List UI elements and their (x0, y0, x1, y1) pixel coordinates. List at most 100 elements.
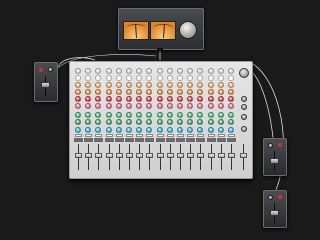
gain-knob[interactable] (187, 68, 194, 74)
aux1-knob[interactable] (136, 75, 143, 81)
aux1-knob[interactable] (156, 75, 163, 81)
eq-mid-knob[interactable] (146, 89, 153, 95)
eq-high-knob[interactable] (177, 82, 183, 88)
eq-high-knob[interactable] (156, 82, 163, 88)
eq-low-knob[interactable] (217, 96, 224, 102)
aux1-knob[interactable] (105, 75, 112, 81)
eq-mid-knob[interactable] (126, 89, 132, 95)
eq-mid-knob[interactable] (217, 89, 224, 95)
eq-high-knob[interactable] (217, 82, 224, 88)
aux1-knob[interactable] (217, 75, 224, 81)
eq-mid-knob[interactable] (115, 89, 122, 95)
gain-knob[interactable] (197, 68, 204, 74)
gain-knob[interactable] (177, 68, 183, 74)
aux1-knob[interactable] (75, 75, 81, 81)
pan-knob[interactable] (136, 103, 143, 109)
eq-low-knob[interactable] (197, 96, 204, 102)
send-knob[interactable] (156, 127, 163, 133)
send-knob[interactable] (75, 127, 81, 133)
channel-fader[interactable] (115, 153, 123, 159)
eq-low-knob[interactable] (75, 96, 81, 102)
send-knob[interactable] (105, 127, 112, 133)
eq-mid-knob[interactable] (136, 89, 143, 95)
right-pedal-bottom-knob[interactable] (268, 195, 273, 200)
gain-knob[interactable] (115, 68, 122, 74)
channel-fader[interactable] (207, 153, 215, 159)
mute-button[interactable] (166, 134, 174, 137)
master-aux-knob[interactable] (241, 96, 247, 102)
aux1-knob[interactable] (228, 75, 234, 81)
channel-fader[interactable] (197, 153, 205, 159)
eq-mid-knob[interactable] (75, 89, 81, 95)
eq-high-knob[interactable] (95, 82, 102, 88)
gain-knob[interactable] (217, 68, 224, 74)
pan-knob[interactable] (177, 103, 183, 109)
gain-knob[interactable] (207, 68, 214, 74)
eq-mid-knob[interactable] (177, 89, 183, 95)
mute-button[interactable] (105, 134, 113, 137)
pan-knob[interactable] (95, 103, 102, 109)
eq-mid-knob[interactable] (166, 89, 173, 95)
channel-fader[interactable] (136, 153, 144, 159)
mute-button[interactable] (228, 134, 235, 137)
eq-high-knob[interactable] (136, 82, 143, 88)
fx1-knob[interactable] (136, 112, 143, 118)
eq-high-knob[interactable] (115, 82, 122, 88)
aux1-knob[interactable] (85, 75, 92, 81)
fx1-knob[interactable] (177, 112, 183, 118)
aux1-knob[interactable] (177, 75, 183, 81)
eq-mid-knob[interactable] (85, 89, 92, 95)
channel-fader[interactable] (156, 153, 164, 159)
eq-low-knob[interactable] (126, 96, 132, 102)
fx1-knob[interactable] (166, 112, 173, 118)
send-knob[interactable] (207, 127, 214, 133)
eq-low-knob[interactable] (228, 96, 234, 102)
gain-knob[interactable] (95, 68, 102, 74)
eq-low-knob[interactable] (136, 96, 143, 102)
send-knob[interactable] (197, 127, 204, 133)
eq-mid-knob[interactable] (105, 89, 112, 95)
mute-button[interactable] (187, 134, 195, 137)
fx2-knob[interactable] (115, 119, 122, 125)
gain-knob[interactable] (146, 68, 153, 74)
aux1-knob[interactable] (126, 75, 132, 81)
fx1-knob[interactable] (75, 112, 81, 118)
aux1-knob[interactable] (166, 75, 173, 81)
fx2-knob[interactable] (207, 119, 214, 125)
master-fx-knob[interactable] (241, 104, 247, 110)
fx2-knob[interactable] (177, 119, 183, 125)
master-fader[interactable] (240, 153, 247, 159)
gain-knob[interactable] (136, 68, 143, 74)
eq-high-knob[interactable] (126, 82, 132, 88)
mute-button[interactable] (197, 134, 205, 137)
fx1-knob[interactable] (105, 112, 112, 118)
pan-knob[interactable] (217, 103, 224, 109)
eq-mid-knob[interactable] (95, 89, 102, 95)
send-knob[interactable] (136, 127, 143, 133)
aux1-knob[interactable] (115, 75, 122, 81)
eq-high-knob[interactable] (207, 82, 214, 88)
mute-button[interactable] (115, 134, 123, 137)
fx1-knob[interactable] (126, 112, 132, 118)
pan-knob[interactable] (166, 103, 173, 109)
master-volume-knob[interactable] (239, 68, 249, 78)
fx2-knob[interactable] (156, 119, 163, 125)
mute-button[interactable] (95, 134, 103, 137)
send-knob[interactable] (115, 127, 122, 133)
gain-knob[interactable] (105, 68, 112, 74)
fx1-knob[interactable] (85, 112, 92, 118)
aux1-knob[interactable] (146, 75, 153, 81)
mute-button[interactable] (136, 134, 144, 137)
eq-high-knob[interactable] (105, 82, 112, 88)
send-knob[interactable] (95, 127, 102, 133)
right-pedal-top-knob[interactable] (268, 143, 273, 148)
channel-fader[interactable] (146, 153, 154, 159)
pan-knob[interactable] (207, 103, 214, 109)
mute-button[interactable] (126, 134, 133, 137)
send-knob[interactable] (187, 127, 194, 133)
channel-fader[interactable] (95, 153, 103, 159)
channel-fader[interactable] (228, 153, 235, 159)
fx2-knob[interactable] (136, 119, 143, 125)
eq-low-knob[interactable] (156, 96, 163, 102)
mute-button[interactable] (156, 134, 164, 137)
